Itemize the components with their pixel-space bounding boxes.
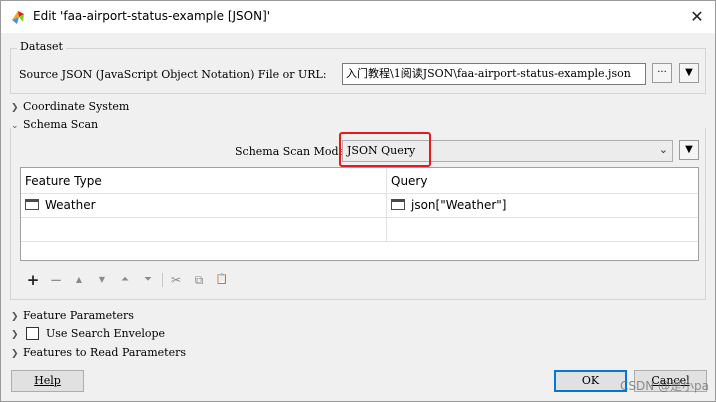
- move-top-icon[interactable]: ⏶: [117, 272, 133, 288]
- query-cell-wrapper[interactable]: json["Weather"]: [391, 198, 506, 212]
- copy-icon[interactable]: ⧉: [191, 272, 207, 288]
- cut-icon[interactable]: ✂: [168, 272, 184, 288]
- source-url-input[interactable]: 入门教程\1阅读JSON\faa-airport-status-example.…: [342, 63, 646, 85]
- paste-icon[interactable]: 📋: [214, 272, 230, 288]
- help-button[interactable]: Help: [11, 370, 84, 392]
- feature-parameters-expander[interactable]: ❯ Feature Parameters: [11, 309, 134, 322]
- move-bottom-icon[interactable]: ⏷: [140, 272, 156, 288]
- features-to-read-expander[interactable]: ❯ Features to Read Parameters: [11, 346, 186, 359]
- toolbar-separator: [162, 273, 163, 287]
- dataset-legend: Dataset: [17, 40, 66, 53]
- move-up-icon[interactable]: ▲: [71, 272, 87, 288]
- column-header-feature-type[interactable]: Feature Type: [25, 174, 102, 188]
- chevron-right-icon: ❯: [11, 330, 19, 340]
- query-edit-icon[interactable]: [391, 199, 405, 210]
- close-button[interactable]: ✕: [685, 5, 709, 29]
- remove-row-icon[interactable]: −: [48, 272, 64, 288]
- close-icon: ✕: [690, 7, 704, 26]
- schema-table: Feature Type Query Weather json["Weather…: [20, 167, 699, 261]
- schema-scan-mode-label: Schema Scan Mode:: [235, 145, 349, 158]
- schema-menu-button[interactable]: ▼: [679, 140, 699, 160]
- chevron-right-icon: ❯: [11, 312, 19, 322]
- header-divider: [21, 193, 698, 194]
- coordinate-system-expander[interactable]: ❯ Coordinate System: [11, 100, 129, 113]
- watermark: CSDN @是小pa: [620, 379, 709, 393]
- search-envelope-expander[interactable]: ❯: [11, 327, 23, 340]
- highlight-box: [339, 132, 431, 167]
- add-row-icon[interactable]: +: [25, 272, 41, 288]
- ok-button-label: OK: [581, 374, 600, 387]
- title-bar[interactable]: Edit 'faa-airport-status-example [JSON]'…: [1, 1, 715, 33]
- source-label: Source JSON (JavaScript Object Notation)…: [19, 68, 327, 81]
- edit-dialog: Edit 'faa-airport-status-example [JSON]'…: [0, 0, 716, 402]
- use-search-envelope-label: Use Search Envelope: [46, 327, 166, 340]
- column-divider: [386, 168, 387, 241]
- column-header-query[interactable]: Query: [391, 174, 427, 188]
- fme-workbench-icon: [12, 11, 24, 24]
- query-cell[interactable]: json["Weather"]: [411, 198, 506, 212]
- feature-parameters-label: Feature Parameters: [23, 309, 134, 322]
- features-to-read-label: Features to Read Parameters: [23, 346, 186, 359]
- dataset-menu-button[interactable]: ▼: [679, 63, 699, 83]
- chevron-right-icon: ❯: [11, 103, 19, 113]
- row-divider: [21, 217, 698, 218]
- table-row[interactable]: Weather: [25, 198, 96, 212]
- move-down-icon[interactable]: ▼: [94, 272, 110, 288]
- feature-type-icon: [25, 199, 39, 210]
- chevron-down-icon: ⌄: [658, 143, 668, 156]
- browse-button[interactable]: ···: [652, 63, 672, 83]
- row-divider: [21, 241, 698, 242]
- window-title: Edit 'faa-airport-status-example [JSON]': [33, 9, 271, 23]
- chevron-right-icon: ❯: [11, 349, 19, 359]
- help-button-label: Help: [34, 374, 61, 387]
- coordinate-system-label: Coordinate System: [23, 100, 130, 113]
- ok-button[interactable]: OK: [554, 370, 627, 392]
- use-search-envelope-checkbox[interactable]: [26, 327, 39, 340]
- feature-type-cell[interactable]: Weather: [45, 198, 96, 212]
